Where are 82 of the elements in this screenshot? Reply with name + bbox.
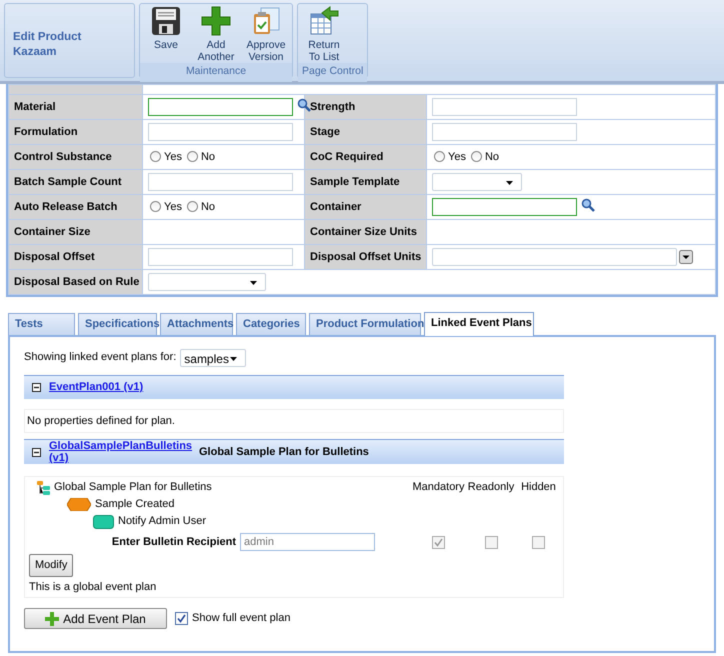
- clipboard-check-icon: [251, 6, 281, 36]
- radio-label: Yes: [164, 200, 182, 213]
- tree-icon: [37, 480, 50, 494]
- field-label: Control Substance: [8, 144, 142, 170]
- plan-link[interactable]: EventPlan001 (v1): [49, 381, 144, 393]
- tab[interactable]: Attachments: [160, 313, 233, 334]
- lookup-field[interactable]: [148, 98, 293, 116]
- dropdown-caret-icon: [506, 181, 513, 185]
- field-label: Disposal Offset Units: [304, 244, 426, 270]
- plan-message: No properties defined for plan.: [24, 408, 564, 433]
- hexagon-icon: [67, 498, 91, 511]
- table-arrow-icon: [309, 6, 339, 36]
- radio-button[interactable]: [150, 151, 161, 162]
- tree-node-label: Notify Admin User: [118, 514, 206, 530]
- column-header: Mandatory: [412, 480, 466, 496]
- column-header: Readonly: [466, 480, 516, 496]
- tree-node-label: Global Sample Plan for Bulletins: [54, 480, 212, 496]
- property-label: Enter Bulletin Recipient: [112, 534, 236, 550]
- filter-label: Showing linked event plans for:: [24, 350, 176, 366]
- field-label: Disposal Based on Rule: [8, 270, 142, 294]
- tree-node-label: Sample Created: [95, 497, 174, 512]
- radio-button[interactable]: [150, 201, 161, 212]
- lookup-field[interactable]: [432, 198, 577, 216]
- field-label: Strength: [304, 94, 426, 120]
- tab[interactable]: Specifications: [78, 313, 157, 334]
- dropdown-caret-icon: [230, 356, 238, 360]
- add-another-button[interactable]: Add Another: [194, 6, 238, 63]
- field-label: Container Size Units: [304, 220, 426, 244]
- text-field[interactable]: [148, 173, 293, 191]
- plus-icon: [201, 6, 231, 36]
- return-to-list-button[interactable]: Return To List: [302, 6, 346, 63]
- field-label: Material: [8, 94, 142, 120]
- approve-version-button[interactable]: Approve Version: [244, 6, 288, 63]
- product-name: Kazaam: [13, 45, 58, 60]
- radio-label: No: [484, 150, 500, 163]
- plan-filter-dropdown[interactable]: samples: [180, 348, 246, 366]
- dropdown-button-icon[interactable]: [679, 250, 693, 264]
- tab[interactable]: Categories: [236, 313, 306, 334]
- field-label: Auto Release Batch: [8, 194, 142, 220]
- radio-label: Yes: [164, 150, 182, 163]
- dropdown-caret-icon: [250, 281, 257, 285]
- text-field[interactable]: [432, 123, 577, 141]
- tab[interactable]: Tests: [8, 313, 75, 334]
- field-label: Sample Template: [304, 170, 426, 194]
- plan-link[interactable]: GlobalSamplePlanBulletins (v1): [49, 440, 189, 464]
- radio-label: No: [200, 200, 216, 213]
- group-label: Maintenance: [140, 63, 292, 82]
- collapse-icon[interactable]: [32, 382, 41, 392]
- field-label: CoC Required: [304, 144, 426, 170]
- text-field[interactable]: [432, 98, 577, 116]
- text-field[interactable]: [148, 123, 293, 141]
- radio-button[interactable]: [470, 151, 482, 162]
- plan-description: Global Sample Plan for Bulletins: [199, 444, 369, 460]
- plus-icon: [45, 612, 60, 626]
- radio-button[interactable]: [186, 201, 198, 212]
- radio-button[interactable]: [434, 151, 445, 162]
- collapse-icon[interactable]: [32, 448, 41, 456]
- radio-label: No: [200, 150, 216, 163]
- search-icon[interactable]: [581, 198, 595, 212]
- column-header: Hidden: [520, 480, 557, 496]
- field-label: Formulation: [8, 120, 142, 144]
- radio-button[interactable]: [186, 151, 198, 162]
- group-label: Page Control: [298, 63, 368, 82]
- field-label: Container Size: [8, 220, 142, 244]
- field-label: Disposal Offset: [8, 244, 142, 270]
- modify-button[interactable]: Modify: [29, 554, 74, 576]
- field-label: Stage: [304, 120, 426, 144]
- page-title: Edit Product: [13, 30, 82, 45]
- field-label: Container: [304, 194, 426, 220]
- field-label: Batch Sample Count: [8, 170, 142, 194]
- plan-note: This is a global event plan: [29, 580, 158, 594]
- add-event-plan-button[interactable]: Add Event Plan: [24, 608, 167, 629]
- tab[interactable]: Linked Event Plans: [424, 312, 534, 336]
- tab[interactable]: Product Formulation: [309, 313, 421, 334]
- save-button[interactable]: Save: [144, 6, 188, 63]
- search-icon[interactable]: [297, 98, 311, 112]
- radio-label: Yes: [448, 150, 466, 163]
- checkbox[interactable]: [175, 612, 188, 625]
- text-field[interactable]: [148, 248, 293, 266]
- checkbox-label: Show full event plan: [192, 611, 290, 626]
- recipient-field[interactable]: admin: [240, 533, 375, 551]
- rounded-rectangle-icon: [93, 514, 114, 528]
